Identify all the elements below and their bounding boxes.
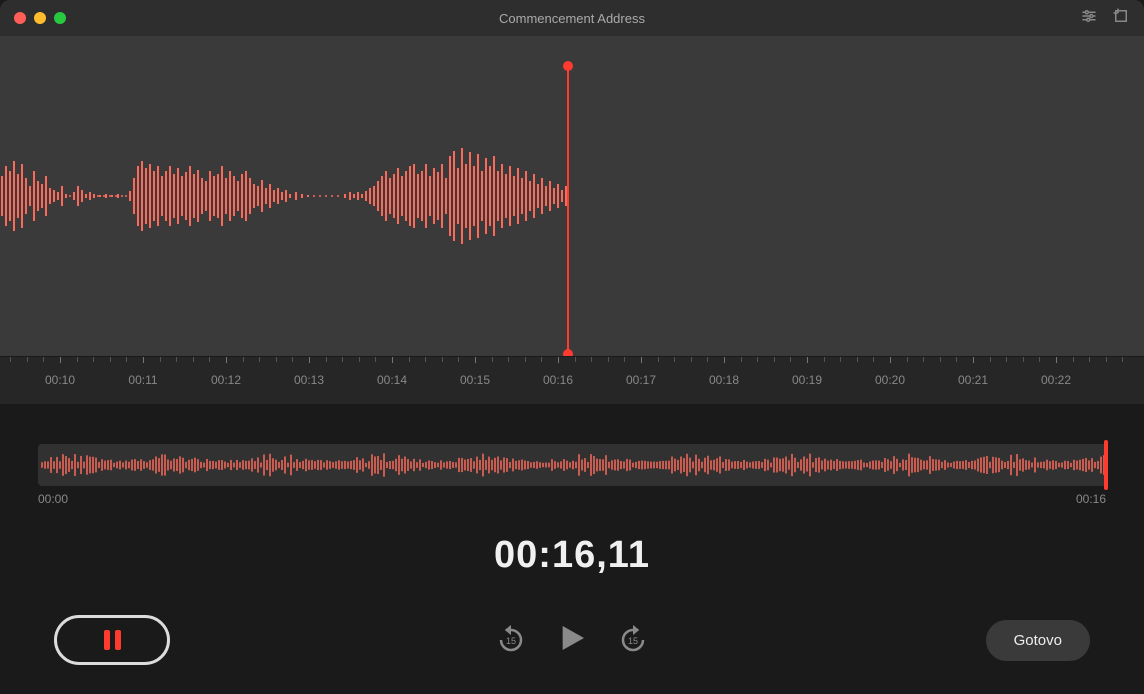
pause-record-button[interactable] <box>54 615 170 665</box>
skip-forward-button[interactable]: 15 <box>618 625 648 655</box>
window-title: Commencement Address <box>0 11 1144 26</box>
window-controls <box>14 12 66 24</box>
close-button[interactable] <box>14 12 26 24</box>
waveform-overview[interactable] <box>38 444 1106 486</box>
tick-label: 00:20 <box>875 373 905 387</box>
tick-label: 00:14 <box>377 373 407 387</box>
tick-label: 00:15 <box>460 373 490 387</box>
playhead[interactable] <box>567 66 569 354</box>
tick-label: 00:22 <box>1041 373 1071 387</box>
tick-label: 00:17 <box>626 373 656 387</box>
skip-back-seconds: 15 <box>506 636 516 646</box>
titlebar: Commencement Address <box>0 0 1144 36</box>
overview-cursor[interactable] <box>1104 440 1108 490</box>
pause-icon <box>104 630 110 650</box>
tick-label: 00:12 <box>211 373 241 387</box>
waveform-graphic <box>0 116 575 276</box>
tick-label: 00:21 <box>958 373 988 387</box>
tick-label: 00:19 <box>792 373 822 387</box>
tick-label: 00:11 <box>128 373 157 387</box>
timeline-ruler[interactable]: 00:10 00:11 00:12 00:13 00:14 00:15 00:16 00:17… <box>0 356 1144 404</box>
tick-label: 00:10 <box>45 373 75 387</box>
skip-back-button[interactable]: 15 <box>496 625 526 655</box>
elapsed-timer: 00:16,11 <box>0 534 1144 577</box>
waveform-main[interactable] <box>0 36 1144 356</box>
tick-label: 00:13 <box>294 373 324 387</box>
toolbar-icons <box>1080 7 1130 30</box>
maximize-button[interactable] <box>54 12 66 24</box>
overview-end-time: 00:16 <box>1076 492 1106 506</box>
done-button[interactable]: Gotovo <box>986 620 1090 661</box>
settings-icon[interactable] <box>1080 7 1098 30</box>
trim-icon[interactable] <box>1112 7 1130 30</box>
pause-icon <box>115 630 121 650</box>
tick-label: 00:18 <box>709 373 739 387</box>
overview-graphic <box>38 444 1106 486</box>
overview-times: 00:00 00:16 <box>38 492 1106 506</box>
playback-controls: 15 15 <box>496 622 648 659</box>
transport-controls: 15 15 Gotovo <box>0 615 1144 665</box>
tick-label: 00:16 <box>543 373 573 387</box>
play-button[interactable] <box>556 622 588 659</box>
skip-forward-seconds: 15 <box>628 636 638 646</box>
minimize-button[interactable] <box>34 12 46 24</box>
overview-start-time: 00:00 <box>38 492 68 506</box>
